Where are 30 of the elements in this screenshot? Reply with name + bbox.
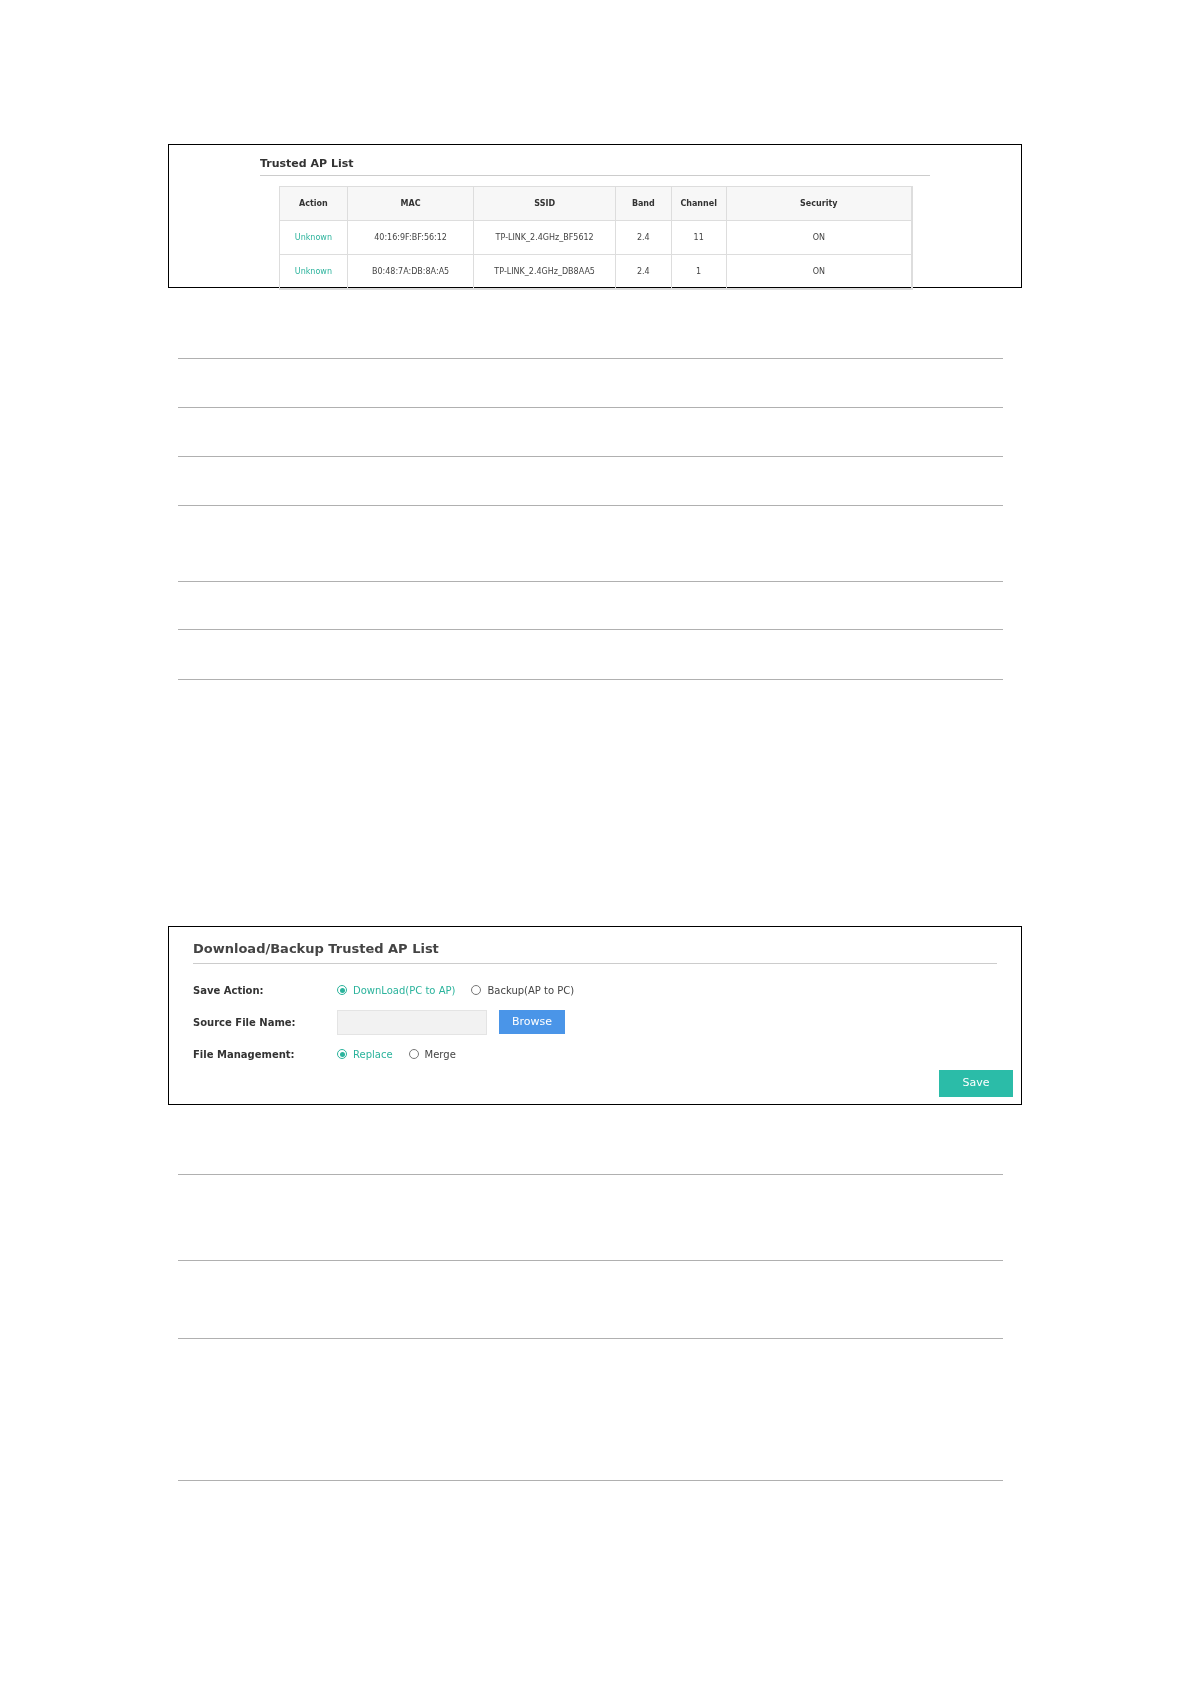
field-label: Source File Name: [193, 1015, 297, 1030]
column-header: Band [615, 187, 672, 220]
column-header: Action [280, 187, 348, 220]
table-cell: 2.4 [615, 221, 672, 254]
table-cell: 11 [671, 221, 727, 254]
table-cell: 40:16:9F:BF:56:12 [347, 221, 475, 254]
table-cell: B0:48:7A:DB:8A:A5 [347, 255, 475, 288]
radio-label: Merge [424, 1047, 456, 1062]
table-cell: 2.4 [615, 255, 672, 288]
radio-label: Replace [353, 1047, 393, 1062]
column-header: Security [726, 187, 912, 220]
radio-label: DownLoad(PC to AP) [353, 983, 456, 998]
column-header: MAC [347, 187, 475, 220]
table-cell: TP-LINK_2.4GHz_BF5612 [474, 221, 616, 254]
table-cell: ON [726, 221, 912, 254]
save-button[interactable]: Save [939, 1070, 1013, 1097]
table-cell: 1 [671, 255, 727, 288]
column-header: Channel [671, 187, 727, 220]
radio-label: Backup(AP to PC) [487, 983, 575, 998]
field-label: File Management: [193, 1047, 296, 1062]
action-link[interactable]: Unknown [280, 255, 348, 288]
table-cell: ON [726, 255, 912, 288]
file-name-field[interactable] [337, 1009, 487, 1035]
column-header: SSID [474, 187, 616, 220]
action-link[interactable]: Unknown [280, 221, 348, 254]
field-label: Save Action: [193, 983, 265, 998]
table-cell: TP-LINK_2.4GHz_DB8AA5 [474, 255, 616, 288]
browse-button[interactable]: Browse [499, 1010, 565, 1034]
section-title: Trusted AP List [260, 157, 354, 170]
section-title: Download/Backup Trusted AP List [193, 941, 439, 956]
